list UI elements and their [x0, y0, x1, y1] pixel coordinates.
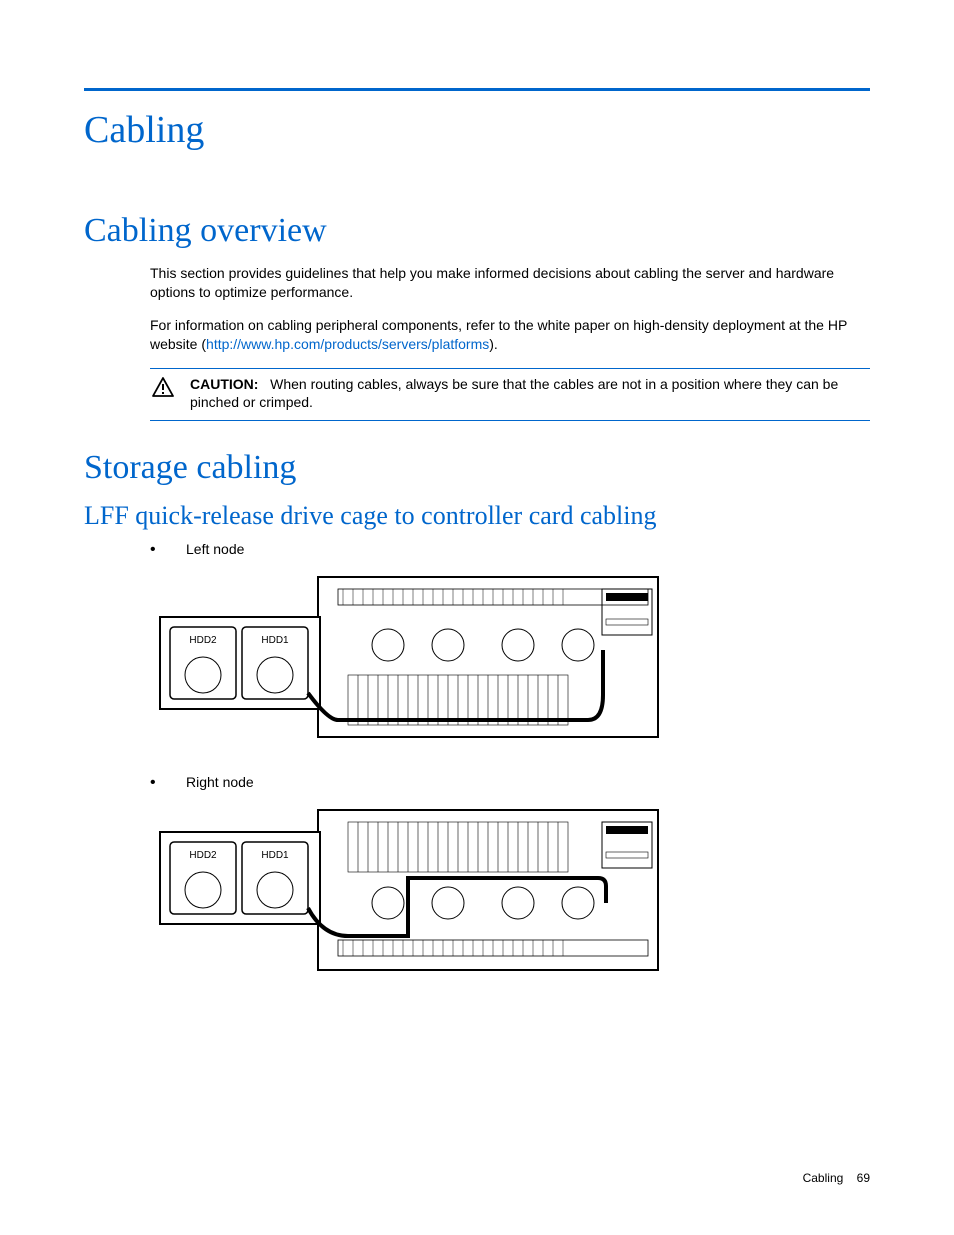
page-footer: Cabling 69 [803, 1171, 870, 1185]
left-node-diagram: HDD2 HDD1 [158, 575, 870, 744]
top-rule [84, 88, 870, 91]
section-storage-cabling-title: Storage cabling [84, 449, 870, 487]
hp-link[interactable]: http://www.hp.com/products/servers/platf… [206, 336, 489, 352]
footer-page-number: 69 [857, 1171, 870, 1185]
caution-box: CAUTION: When routing cables, always be … [150, 368, 870, 422]
hdd1-label: HDD1 [261, 635, 289, 646]
overview-para1: This section provides guidelines that he… [150, 264, 870, 302]
hdd2-label-r: HDD2 [189, 850, 217, 861]
node-list: Left node [150, 541, 870, 557]
caution-label: CAUTION: [190, 376, 258, 392]
section1-body: This section provides guidelines that he… [150, 264, 870, 421]
node-list-2: Right node [150, 774, 870, 790]
hdd2-label: HDD2 [189, 635, 217, 646]
overview-para2: For information on cabling peripheral co… [150, 316, 870, 354]
caution-icon [150, 375, 176, 413]
list-item: Right node [150, 774, 870, 790]
chapter-title: Cabling [84, 108, 870, 152]
list-item: Left node [150, 541, 870, 557]
caution-content: CAUTION: When routing cables, always be … [190, 375, 870, 413]
para2-post: ). [489, 336, 498, 352]
subsection-lff-title: LFF quick-release drive cage to controll… [84, 501, 870, 531]
footer-section: Cabling [803, 1171, 844, 1185]
caution-text: When routing cables, always be sure that… [190, 376, 838, 411]
hdd1-label-r: HDD1 [261, 850, 289, 861]
right-node-diagram: HDD2 HDD1 [158, 808, 870, 977]
section-cabling-overview-title: Cabling overview [84, 212, 870, 250]
